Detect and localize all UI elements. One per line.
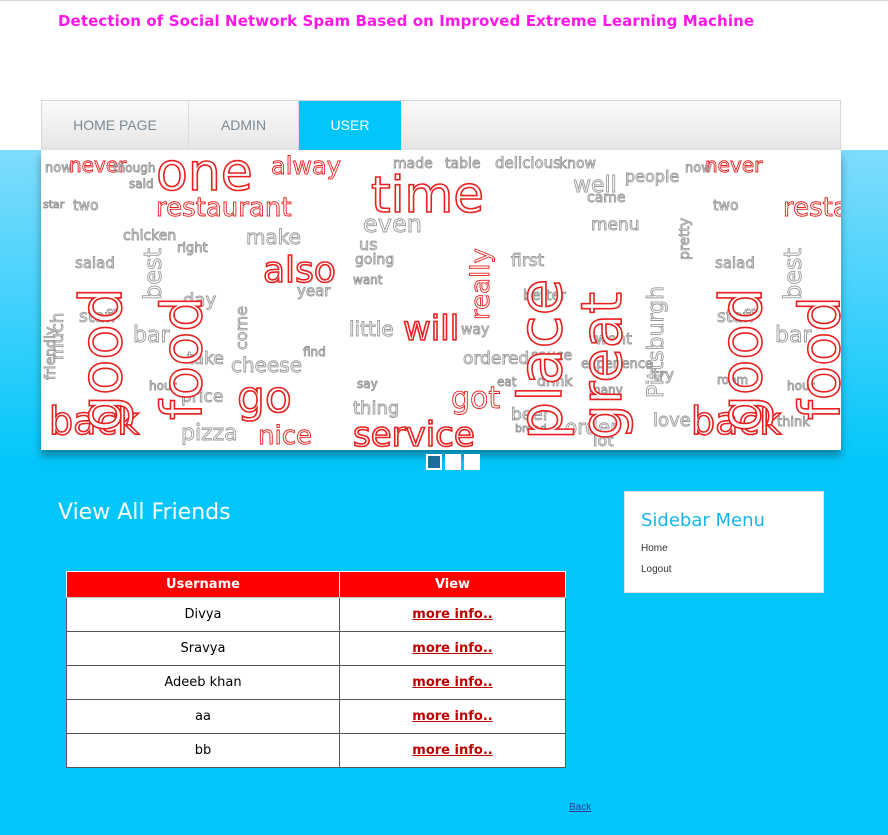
column-header-view: View (339, 571, 566, 598)
svg-text:go: go (237, 372, 292, 423)
svg-text:place: place (506, 279, 576, 440)
svg-text:said: said (129, 177, 154, 191)
view-cell: more info.. (339, 699, 566, 734)
svg-text:people: people (625, 167, 679, 186)
svg-text:good: good (707, 287, 775, 432)
word-cloud-image: onenowneverthough alwaysaidrestauranttwos… (43, 150, 841, 450)
nav-admin[interactable]: ADMIN (189, 101, 299, 150)
svg-text:way: way (461, 322, 489, 338)
table-header-row: Username View (66, 571, 566, 598)
svg-text:little: little (349, 317, 394, 341)
svg-text:say: say (357, 377, 378, 391)
table-row: Divya more info.. (66, 597, 566, 632)
svg-text:service: service (353, 415, 475, 450)
svg-text:know: know (559, 156, 596, 172)
more-info-link[interactable]: more info.. (412, 607, 492, 622)
svg-text:will: will (403, 309, 459, 349)
sidebar-item-logout[interactable]: Logout (641, 564, 672, 575)
table-row: Sravya more info.. (66, 631, 566, 666)
nav-home-page[interactable]: HOME PAGE (42, 101, 189, 150)
svg-text:now: now (685, 161, 712, 176)
page-heading: View All Friends (58, 500, 231, 525)
more-info-link[interactable]: more info.. (412, 675, 492, 690)
view-cell: more info.. (339, 665, 566, 700)
friends-table: Username View Divya more info.. Sravya m… (66, 571, 566, 768)
svg-text:food: food (788, 296, 841, 420)
svg-text:food: food (150, 296, 215, 420)
column-header-username: Username (66, 571, 340, 598)
svg-text:come: come (232, 306, 251, 350)
svg-text:pizza: pizza (181, 421, 238, 446)
svg-text:good: good (67, 287, 135, 432)
table-row: bb more info.. (66, 733, 566, 768)
svg-text:menu: menu (591, 215, 640, 235)
username-cell: Divya (66, 597, 340, 632)
svg-text:got: got (451, 381, 500, 416)
svg-text:nice: nice (258, 421, 312, 450)
more-info-link[interactable]: more info.. (412, 709, 492, 724)
svg-text:resta: resta (783, 193, 841, 223)
username-cell: aa (66, 699, 340, 734)
svg-text:make: make (246, 225, 301, 249)
sidebar-item-home[interactable]: Home (641, 543, 668, 554)
svg-text:first: first (511, 251, 545, 271)
svg-text:right: right (177, 241, 208, 256)
svg-text:best: best (139, 248, 167, 300)
word-cloud-banner: one now never though alway said restaurant two s… (41, 150, 841, 450)
svg-text:delicious: delicious (495, 154, 561, 172)
svg-text:even: even (363, 210, 422, 238)
svg-text:two: two (713, 198, 739, 214)
svg-text:though: though (113, 161, 155, 175)
site-title: Detection of Social Network Spam Based o… (58, 12, 755, 30)
table-row: Adeeb khan more info.. (66, 665, 566, 700)
view-cell: more info.. (339, 631, 566, 666)
svg-text:never: never (705, 153, 763, 177)
svg-text:alway: alway (271, 152, 341, 180)
svg-text:love: love (653, 410, 691, 431)
svg-text:salad: salad (715, 254, 755, 272)
svg-text:chicken: chicken (123, 228, 176, 244)
svg-text:pretty: pretty (677, 218, 693, 260)
svg-text:really: really (466, 248, 496, 320)
username-cell: Adeeb khan (66, 665, 340, 700)
sidebar-title: Sidebar Menu (641, 510, 765, 531)
svg-text:best: best (779, 248, 807, 300)
svg-text:salad: salad (75, 254, 115, 272)
svg-text:going: going (355, 252, 394, 268)
svg-text:star: star (43, 198, 65, 211)
more-info-link[interactable]: more info.. (412, 641, 492, 656)
svg-text:two: two (73, 198, 99, 214)
slide-dot-3[interactable] (464, 454, 480, 470)
sidebar-menu: Sidebar Menu Home Logout (624, 491, 824, 593)
svg-text:restaurant: restaurant (156, 193, 292, 223)
svg-text:came: came (587, 190, 626, 206)
svg-text:Pittsburgh: Pittsburgh (644, 286, 669, 398)
table-row: aa more info.. (66, 699, 566, 734)
username-cell: bb (66, 733, 340, 768)
view-cell: more info.. (339, 733, 566, 768)
svg-text:want: want (353, 273, 383, 287)
svg-text:year: year (297, 282, 331, 300)
back-link[interactable]: Back (569, 802, 591, 813)
nav-user[interactable]: USER (299, 101, 401, 150)
svg-text:friendly: friendly (43, 327, 59, 380)
main-nav: HOME PAGE ADMIN USER (41, 100, 841, 150)
svg-text:great: great (570, 292, 635, 440)
slide-dot-2[interactable] (445, 454, 461, 470)
username-cell: Sravya (66, 631, 340, 666)
svg-text:find: find (303, 345, 326, 359)
slide-dot-1[interactable] (426, 454, 442, 470)
view-cell: more info.. (339, 597, 566, 632)
more-info-link[interactable]: more info.. (412, 743, 492, 758)
